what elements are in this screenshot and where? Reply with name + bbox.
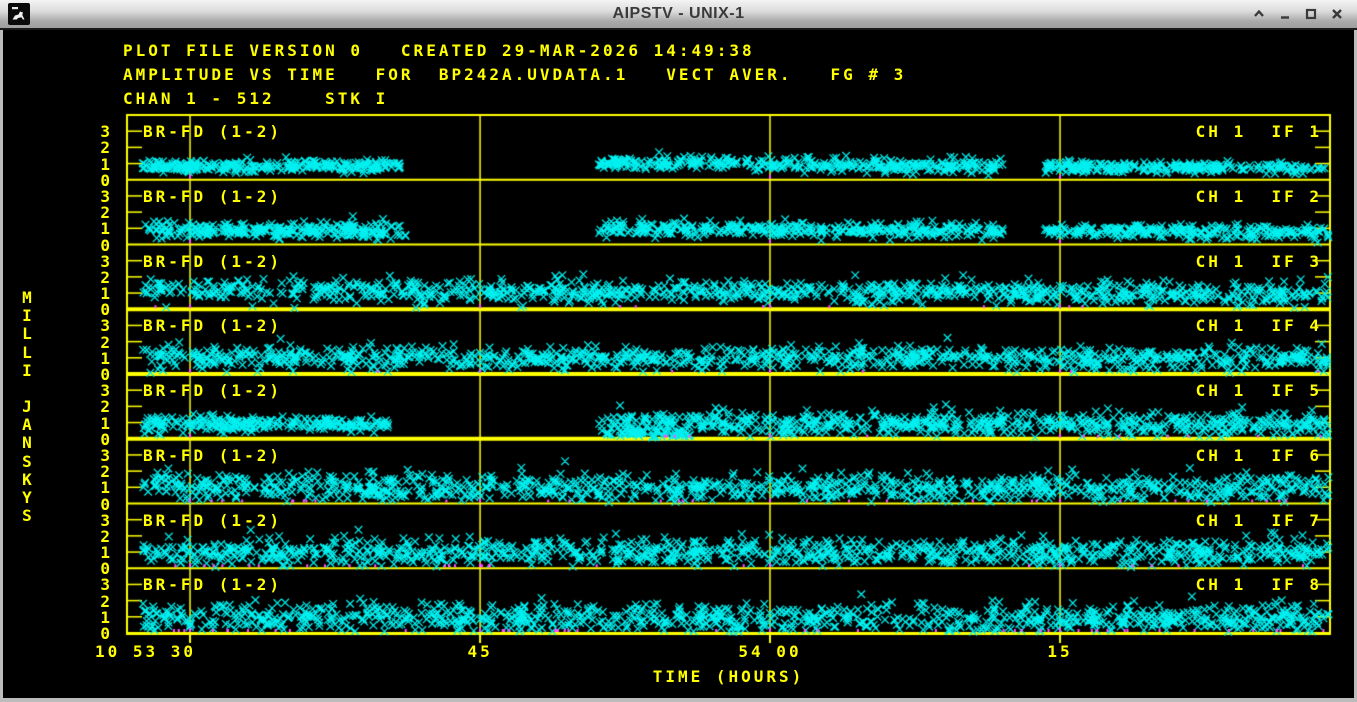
- titlebar[interactable]: AIPSTV - UNIX-1: [0, 0, 1357, 30]
- window-title: AIPSTV - UNIX-1: [0, 5, 1357, 23]
- maximize-icon[interactable]: [1302, 6, 1319, 23]
- aipstv-window: AIPSTV - UNIX-1 PLOT FILE VERSION 0 CREA…: [0, 0, 1357, 702]
- window-controls: [1250, 0, 1345, 28]
- plot-canvas: [0, 0, 1357, 702]
- shade-icon[interactable]: [1250, 6, 1267, 23]
- minimize-icon[interactable]: [1276, 6, 1293, 23]
- close-icon[interactable]: [1328, 6, 1345, 23]
